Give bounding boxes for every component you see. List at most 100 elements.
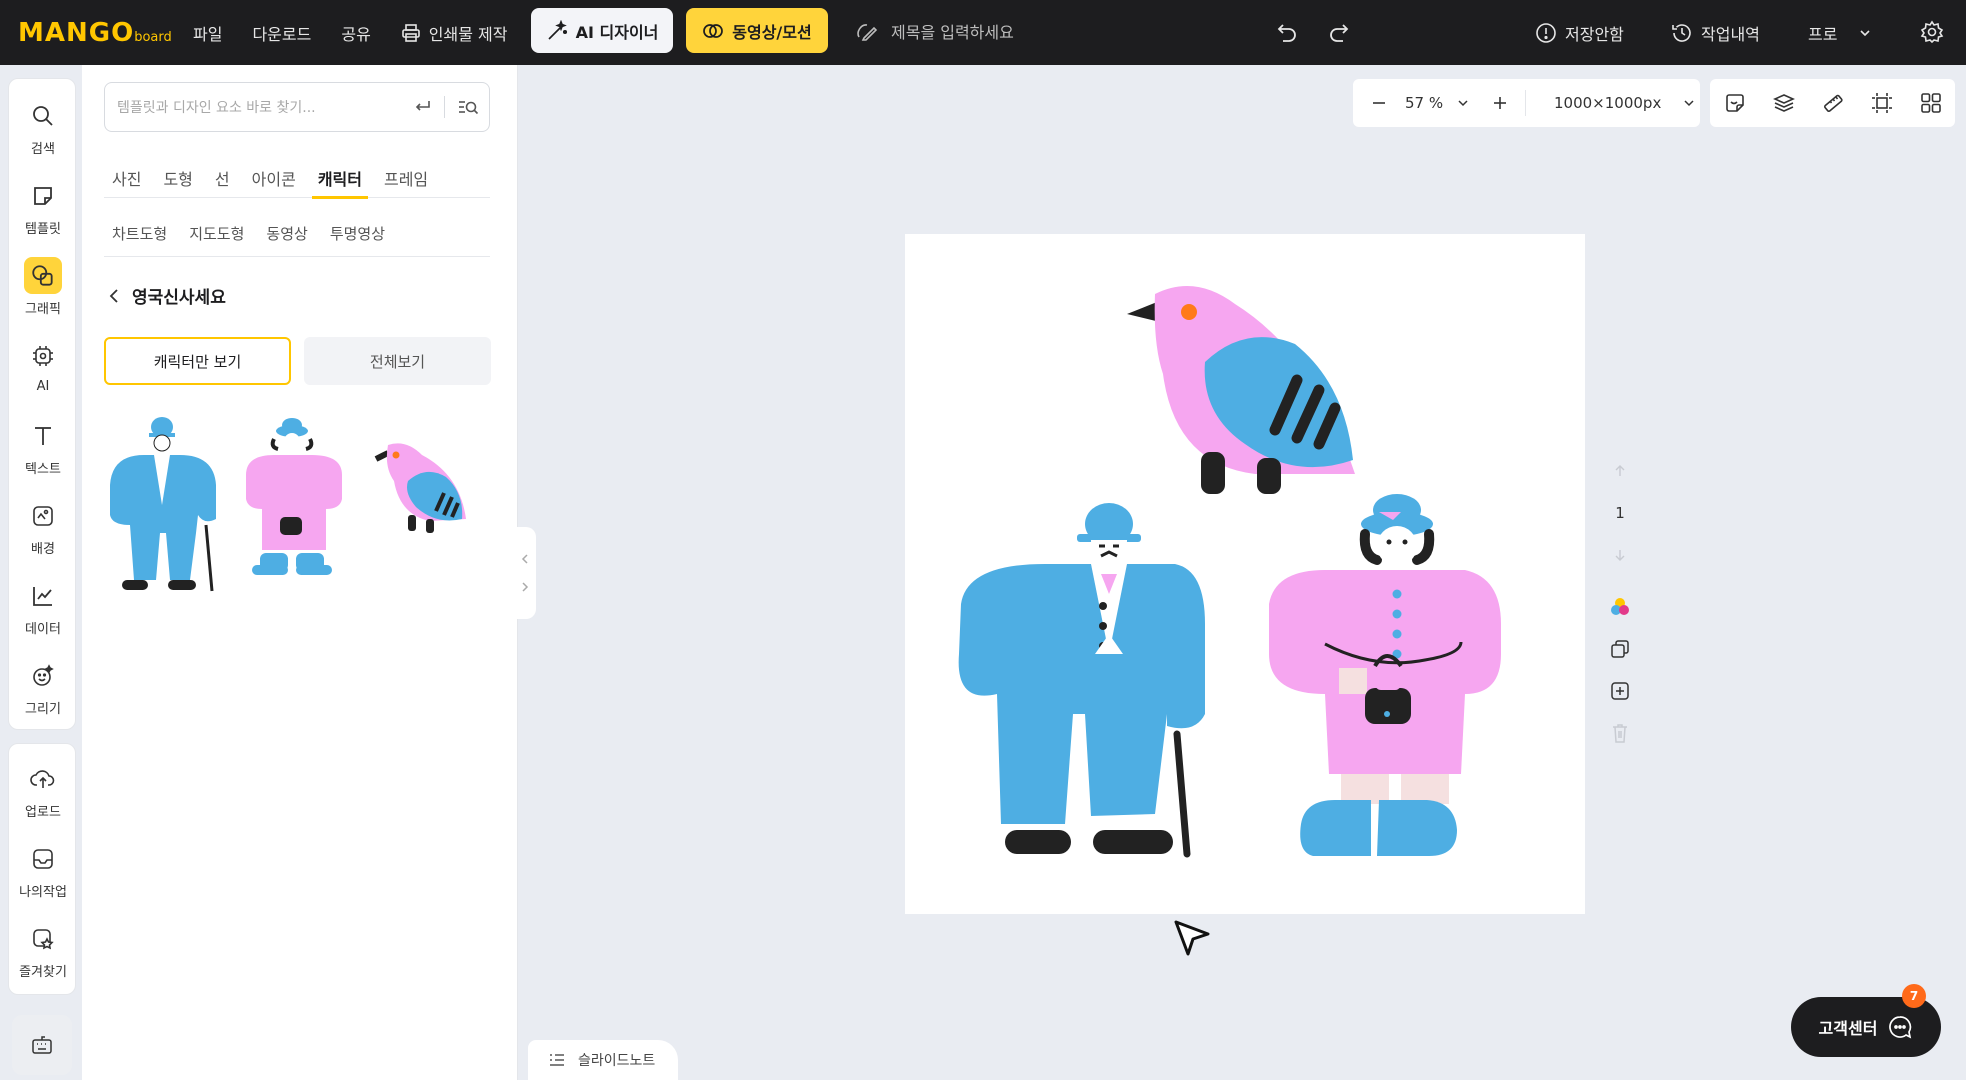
plan-label: 프로 [1808,24,1838,44]
tab-icon[interactable]: 아이콘 [252,157,296,198]
zoom-level-dropdown[interactable]: 57 % [1405,94,1475,112]
history-label: 작업내역 [1701,24,1760,44]
minus-icon [1373,102,1385,104]
thumbnail-lady[interactable] [234,415,352,595]
layers-icon[interactable] [1772,92,1795,114]
keyboard-shortcuts-button[interactable] [12,1015,72,1075]
canvas-size-dropdown[interactable]: 1000×1000px [1554,94,1695,112]
print-button[interactable]: 인쇄물 제작 [401,21,507,45]
add-page-button[interactable] [1604,675,1636,707]
settings-button[interactable] [1918,18,1946,46]
history-button[interactable]: 작업내역 [1671,0,1760,65]
magic-wand-icon [547,19,567,40]
help-center-label: 고객센터 [1818,1019,1878,1038]
rail-item-upload[interactable]: 업로드 [9,750,77,820]
keyboard-icon [32,1036,52,1054]
rail-label: 그리기 [25,702,61,717]
title-placeholder: 제목을 입력하세요 [891,23,1014,42]
thumbnail-gentleman[interactable] [104,415,222,595]
subcategory-tabs: 차트도형 지도도형 동영상 투명영상 [104,215,490,257]
document-title-input[interactable]: 제목을 입력하세요 [855,14,1014,48]
rail-item-draw[interactable]: 그리기 [9,647,77,717]
text-icon [24,417,62,454]
save-status[interactable]: 저장안함 [1535,0,1624,65]
grid-icon[interactable] [1920,92,1942,114]
zoom-toolbar: 57 % 1000×1000px [1353,79,1700,127]
search-input[interactable]: 템플릿과 디자인 요소 바로 찾기... [104,82,490,132]
menu-file[interactable]: 파일 [193,21,222,45]
subtab-chart-shape[interactable]: 차트도형 [112,215,167,251]
main-menu: 파일 다운로드 공유 인쇄물 제작 [193,0,537,65]
video-motion-label: 동영상/모션 [732,22,812,42]
rail-item-template[interactable]: 템플릿 [9,167,77,237]
lady-character[interactable] [1269,494,1501,856]
tool-rail: 검색 템플릿 그래픽 AI 텍스트 배경 데이터 그리기 [8,78,76,730]
color-palette-button[interactable] [1604,591,1636,623]
save-status-label: 저장안함 [1565,24,1624,44]
plan-dropdown[interactable]: 프로 [1808,0,1879,65]
subtab-transparent-video[interactable]: 투명영상 [330,215,385,251]
subtab-video[interactable]: 동영상 [266,215,307,251]
edit-icon [857,24,878,41]
rail-item-mywork[interactable]: 나의작업 [9,830,77,900]
redo-button[interactable] [1325,18,1353,46]
video-motion-button[interactable]: 동영상/모션 [686,8,828,53]
rail-label: 그래픽 [25,302,61,317]
page-down-button[interactable] [1604,539,1636,571]
filter-search-icon[interactable] [457,97,479,117]
zoom-in-button[interactable] [1475,95,1525,111]
tab-frame[interactable]: 프레임 [384,157,428,198]
zoom-out-button[interactable] [1353,95,1405,111]
background-icon [24,497,62,534]
panel-collapse-handle[interactable] [514,527,536,619]
canvas-illustration[interactable] [905,234,1585,914]
printer-icon [401,23,420,42]
thumbnail-bird[interactable] [366,415,476,595]
view-all-toggle[interactable]: 전체보기 [304,337,491,385]
ruler-icon[interactable] [1822,92,1844,114]
subtab-map-shape[interactable]: 지도도형 [189,215,244,251]
tab-photo[interactable]: 사진 [112,157,141,198]
notification-badge: 7 [1902,984,1926,1008]
menu-share[interactable]: 공유 [341,21,370,45]
alert-circle-icon [1536,22,1556,43]
graphics-panel: 템플릿과 디자인 요소 바로 찾기... 사진 도형 선 아이콘 캐릭터 프레임… [82,65,518,1080]
artboard[interactable] [905,234,1585,914]
template-icon [24,177,62,214]
chevron-down-icon [1684,100,1694,107]
top-bar: MANGOboard 파일 다운로드 공유 인쇄물 제작 AI 디자이너 동영상… [0,0,1966,65]
page-up-button[interactable] [1604,455,1636,487]
ai-designer-button[interactable]: AI 디자이너 [531,8,673,53]
rail-item-graphic[interactable]: 그래픽 [9,247,77,317]
rail-item-ai[interactable]: AI [9,327,77,397]
tab-shape[interactable]: 도형 [163,157,192,198]
sticker-icon[interactable] [1724,92,1746,114]
menu-download[interactable]: 다운로드 [252,21,311,45]
list-icon [550,1054,564,1066]
slide-note-button[interactable]: 슬라이드노트 [528,1040,678,1080]
rail-item-background[interactable]: 배경 [9,487,77,557]
characters-only-toggle[interactable]: 캐릭터만 보기 [104,337,291,385]
search-placeholder: 템플릿과 디자인 요소 바로 찾기... [117,100,316,116]
page-controls: 1 [1598,455,1642,765]
trash-icon [1613,724,1627,743]
undo-button[interactable] [1273,18,1301,46]
rail-item-favorite[interactable]: 즐겨찾기 [9,910,77,980]
app-logo[interactable]: MANGOboard [18,18,172,48]
gentleman-character[interactable] [958,503,1205,858]
duplicate-page-button[interactable] [1604,633,1636,665]
cursor-pointer-icon [1174,920,1210,956]
tab-line[interactable]: 선 [215,157,230,198]
back-button[interactable]: 영국신사세요 [108,283,226,308]
collection-title: 영국신사세요 [132,288,226,308]
enter-icon[interactable] [412,97,432,117]
rail-item-data[interactable]: 데이터 [9,567,77,637]
history-icon [1672,23,1691,42]
search-icon [24,97,62,134]
delete-page-button[interactable] [1604,717,1636,749]
rail-item-text[interactable]: 텍스트 [9,407,77,477]
bird-character[interactable] [1127,286,1355,494]
tab-character[interactable]: 캐릭터 [311,157,369,199]
rail-item-search[interactable]: 검색 [9,87,77,157]
crop-frame-icon[interactable] [1871,92,1893,114]
